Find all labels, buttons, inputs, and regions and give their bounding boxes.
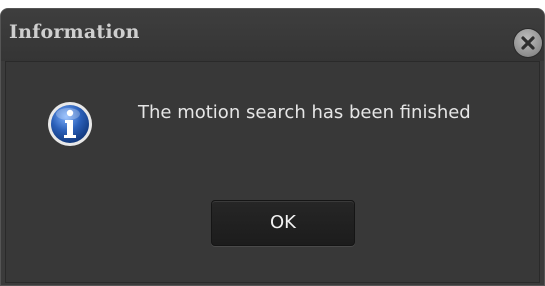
dialog-message: The motion search has been finished — [138, 102, 471, 123]
dialog-title: Information — [9, 21, 140, 43]
close-icon — [521, 36, 535, 50]
dialog-titlebar[interactable]: Information — [1, 9, 544, 61]
ok-button[interactable]: OK — [211, 200, 355, 246]
info-icon — [48, 102, 92, 146]
dialog-body: The motion search has been finished OK — [5, 61, 540, 283]
close-button[interactable] — [514, 29, 542, 57]
information-dialog: Information The motion search has been f… — [0, 8, 545, 286]
